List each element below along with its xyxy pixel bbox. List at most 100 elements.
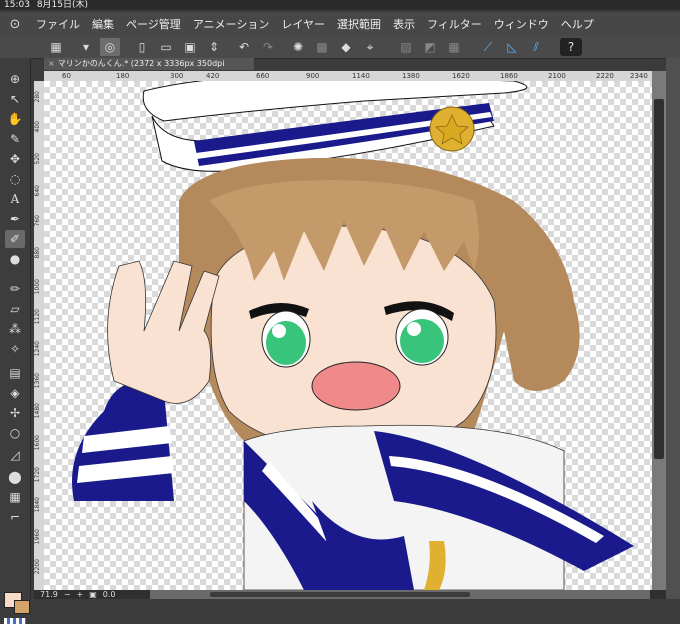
ruler-tick: 1000 xyxy=(34,279,41,295)
command-bar: ▦ ▾ ◎ ▯ ▭ ▣ ⇕ ↶ ↷ ✺ ▩ ◆ ⌖ ▨ ◩ ▦ ⟋ ◺ ⫽ ? xyxy=(0,36,680,59)
ruler-tick: 1960 xyxy=(34,529,41,545)
document-tab[interactable]: ×マリンかのんくん.* (2372 x 3336px 350dpi 71.9%) xyxy=(44,58,254,80)
zoom-out-icon[interactable]: − xyxy=(64,590,71,599)
fill-bucket-icon[interactable]: ◈ xyxy=(5,384,25,402)
fill-icon[interactable]: ◆ xyxy=(336,38,356,56)
special-ruler-snap-icon[interactable]: ⫽ xyxy=(526,38,546,56)
eyedropper-icon[interactable]: ✎ xyxy=(5,130,25,148)
hand-icon[interactable]: ✋ xyxy=(5,110,25,128)
menu-filter[interactable]: フィルター xyxy=(421,16,488,32)
transform-icon[interactable]: ⌖ xyxy=(360,38,380,56)
status-time: 15:03 xyxy=(4,0,30,10)
close-tab-icon[interactable]: × xyxy=(48,59,55,68)
menu-help[interactable]: ヘルプ xyxy=(555,16,600,32)
gradient-icon[interactable]: ▤ xyxy=(5,364,25,382)
vertical-ruler: 280 400 520 640 760 880 1000 1120 1240 1… xyxy=(34,81,44,590)
vertical-scrollbar[interactable] xyxy=(652,71,666,590)
zoom-in-icon[interactable]: + xyxy=(77,590,84,599)
app-logo-icon[interactable]: ⊙ xyxy=(0,17,30,32)
balloon-icon[interactable]: ⬤ xyxy=(5,468,25,486)
menu-bar: ⊙ ファイル 編集 ページ管理 アニメーション レイヤー 選択範囲 表示 フィル… xyxy=(0,12,680,36)
save-icon[interactable]: ▣ xyxy=(180,38,200,56)
menu-selection[interactable]: 選択範囲 xyxy=(331,16,387,32)
horizontal-scroll-thumb[interactable] xyxy=(210,592,470,597)
text-tool-icon[interactable]: A xyxy=(5,190,25,208)
menu-layer[interactable]: レイヤー xyxy=(275,16,331,32)
ellipse-icon[interactable]: ○ xyxy=(5,424,25,442)
ruler-tick: 640 xyxy=(34,185,41,197)
new-file-icon[interactable]: ▯ xyxy=(132,38,152,56)
deselect-icon[interactable]: ▨ xyxy=(396,38,416,56)
eraser-icon[interactable]: ▱ xyxy=(5,300,25,318)
ruler-tick: 400 xyxy=(34,121,41,133)
redo-icon[interactable]: ↷ xyxy=(258,38,278,56)
ruler-tick: 880 xyxy=(34,247,41,259)
selection-icon[interactable]: ▦ xyxy=(444,38,464,56)
horizontal-ruler: 60 180 300 420 660 900 1140 1380 1620 18… xyxy=(44,71,652,81)
sub-color-swatch[interactable] xyxy=(14,600,30,614)
menu-file[interactable]: ファイル xyxy=(30,16,86,32)
ruler-tick: 1620 xyxy=(452,72,470,80)
grid-menu-icon[interactable]: ▦ xyxy=(46,38,66,56)
ruler-tick: 2100 xyxy=(548,72,566,80)
pen-icon[interactable]: ✒ xyxy=(5,210,25,228)
zoom-value[interactable]: 71.9 xyxy=(40,590,58,599)
angle-value[interactable]: 0.0 xyxy=(103,590,116,599)
ruler-tick: 1480 xyxy=(34,403,41,419)
fit-icon[interactable]: ▣ xyxy=(89,590,97,599)
spiral-icon[interactable]: ◎ xyxy=(100,38,120,56)
right-panel-edge xyxy=(666,58,680,599)
drawing-canvas[interactable] xyxy=(44,81,652,590)
dropdown-icon[interactable]: ▾ xyxy=(76,38,96,56)
ruler-tick: 1140 xyxy=(352,72,370,80)
lasso-icon[interactable]: ◌ xyxy=(5,170,25,188)
ruler-tick: 180 xyxy=(116,72,130,80)
menu-window[interactable]: ウィンドウ xyxy=(488,16,555,32)
horizontal-scrollbar[interactable] xyxy=(150,590,650,599)
status-date: 8月15日(木) xyxy=(36,0,89,10)
menu-page[interactable]: ページ管理 xyxy=(120,16,187,32)
menu-edit[interactable]: 編集 xyxy=(86,16,120,32)
frame-icon[interactable]: ▦ xyxy=(5,488,25,506)
help-button[interactable]: ? xyxy=(560,38,582,56)
open-folder-icon[interactable]: ▭ xyxy=(156,38,176,56)
airbrush-icon[interactable]: ⁂ xyxy=(5,320,25,338)
move-icon[interactable]: ✥ xyxy=(5,150,25,168)
operation-icon[interactable]: ↖ xyxy=(5,90,25,108)
transparent-color-swatch[interactable] xyxy=(4,618,26,624)
guide-snap-icon[interactable]: ◺ xyxy=(502,38,522,56)
ruler-tick: 1720 xyxy=(34,467,41,483)
ruler-tick: 1120 xyxy=(34,309,41,325)
undo-icon[interactable]: ↶ xyxy=(234,38,254,56)
correction-icon[interactable]: ⌐ xyxy=(5,508,25,526)
ruler-tick: 1380 xyxy=(402,72,420,80)
system-status-bar: 15:03 8月15日(木) xyxy=(0,0,680,10)
ruler-tick: 660 xyxy=(256,72,270,80)
menu-view[interactable]: 表示 xyxy=(387,16,421,32)
ruler-tick: 2200 xyxy=(34,559,41,575)
ruler-tick: 520 xyxy=(34,153,41,165)
loading-icon[interactable]: ✺ xyxy=(288,38,308,56)
figure-icon[interactable]: ✢ xyxy=(5,404,25,422)
ruler-tick: 300 xyxy=(170,72,184,80)
ruler-tick: 1860 xyxy=(500,72,518,80)
pencil-icon[interactable]: ✏ xyxy=(5,280,25,298)
ruler-tick: 2340 xyxy=(630,72,648,80)
ruler-snap-icon[interactable]: ⟋ xyxy=(478,38,498,56)
blend-icon[interactable]: ● xyxy=(5,250,25,268)
character-illustration xyxy=(72,81,634,590)
menu-animation[interactable]: アニメーション xyxy=(187,16,276,32)
zoom-icon[interactable]: ⊕ xyxy=(5,70,25,88)
vertical-scroll-thumb[interactable] xyxy=(654,99,664,459)
decoration-icon[interactable]: ✧ xyxy=(5,340,25,358)
ruler-tick: 2220 xyxy=(596,72,614,80)
ruler-tool-icon[interactable]: ◿ xyxy=(5,446,25,464)
ruler-tick: 420 xyxy=(206,72,220,80)
stepper-icon[interactable]: ⇕ xyxy=(204,38,224,56)
ruler-tick: 1240 xyxy=(34,341,41,357)
brush-icon[interactable]: ✐ xyxy=(5,230,25,248)
crop-icon[interactable]: ◩ xyxy=(420,38,440,56)
ruler-tick: 280 xyxy=(34,91,41,103)
ruler-tick: 60 xyxy=(62,72,71,80)
clear-icon[interactable]: ▩ xyxy=(312,38,332,56)
